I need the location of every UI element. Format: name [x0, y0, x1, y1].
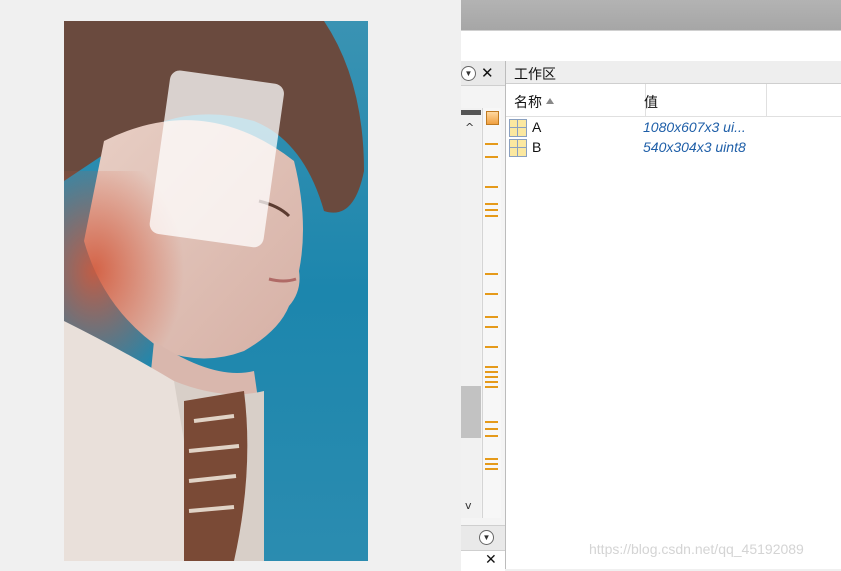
warning-status-icon[interactable]: [486, 111, 499, 125]
warning-marker[interactable]: [485, 186, 498, 188]
workspace-title: 工作区: [514, 66, 556, 82]
warning-marker[interactable]: [485, 386, 498, 388]
command-panel-subheader: ✕: [461, 550, 505, 571]
workspace-row[interactable]: B 540x304x3 uint8: [506, 138, 841, 158]
warning-marker[interactable]: [485, 346, 498, 348]
warning-marker[interactable]: [485, 381, 498, 383]
warning-marker[interactable]: [485, 371, 498, 373]
warning-marker[interactable]: [485, 428, 498, 430]
warning-marker[interactable]: [485, 463, 498, 465]
chevron-down-icon[interactable]: ▼: [479, 530, 494, 545]
variable-name: B: [532, 139, 542, 155]
vertical-scrollbar[interactable]: [461, 108, 481, 518]
warning-marker[interactable]: [485, 458, 498, 460]
warning-marker[interactable]: [485, 326, 498, 328]
warning-marker[interactable]: [485, 293, 498, 295]
variable-value: 540x304x3 uint8: [643, 139, 746, 155]
warning-marker[interactable]: [485, 366, 498, 368]
editor-panel-header: ▼ ✕: [461, 61, 505, 86]
figure-window: [0, 0, 461, 569]
toolbar-strip: [461, 30, 841, 62]
variable-value: 1080x607x3 ui...: [643, 119, 746, 135]
matrix-variable-icon: [509, 119, 527, 137]
watermark-text: https://blog.csdn.net/qq_45192089: [589, 541, 804, 557]
warning-marker[interactable]: [485, 273, 498, 275]
warning-marker[interactable]: [485, 468, 498, 470]
close-icon[interactable]: ✕: [485, 552, 497, 568]
workspace-title-bar[interactable]: 工作区: [506, 61, 841, 84]
column-header-value[interactable]: 值: [638, 84, 767, 116]
variable-name: A: [532, 119, 542, 135]
close-icon[interactable]: ✕: [481, 64, 494, 82]
displayed-image: [64, 21, 368, 561]
warning-marker[interactable]: [485, 156, 498, 158]
editor-panel: ▼ ✕ ^ v ▼ ✕: [461, 61, 506, 571]
warning-marker[interactable]: [485, 316, 498, 318]
scrollbar-top-edge: [461, 110, 481, 115]
scroll-down-icon[interactable]: v: [465, 499, 472, 512]
matrix-variable-icon: [509, 139, 527, 157]
warning-marker[interactable]: [485, 215, 498, 217]
scrollbar-thumb[interactable]: [461, 386, 481, 438]
scroll-up-icon[interactable]: ^: [465, 121, 474, 134]
warning-marker[interactable]: [485, 376, 498, 378]
workspace-column-headers: 名称 值: [506, 84, 841, 117]
warning-marker[interactable]: [485, 209, 498, 211]
workspace-panel: 工作区 名称 值 A 1080x607x3 ui... B 540x304x3 …: [506, 61, 841, 569]
column-header-name[interactable]: 名称: [506, 84, 646, 116]
warning-marker[interactable]: [485, 435, 498, 437]
command-panel-header: ▼ ✕: [461, 525, 505, 571]
workspace-row[interactable]: A 1080x607x3 ui...: [506, 118, 841, 138]
warning-marker[interactable]: [485, 203, 498, 205]
column-header-name-label: 名称: [514, 94, 542, 110]
window-title-bar: [461, 0, 841, 30]
code-analyzer-bar: [482, 108, 501, 518]
chevron-down-icon[interactable]: ▼: [461, 66, 476, 81]
warning-marker[interactable]: [485, 421, 498, 423]
column-header-value-label: 值: [644, 94, 658, 110]
sort-ascending-icon: [546, 98, 554, 105]
warning-marker[interactable]: [485, 143, 498, 145]
